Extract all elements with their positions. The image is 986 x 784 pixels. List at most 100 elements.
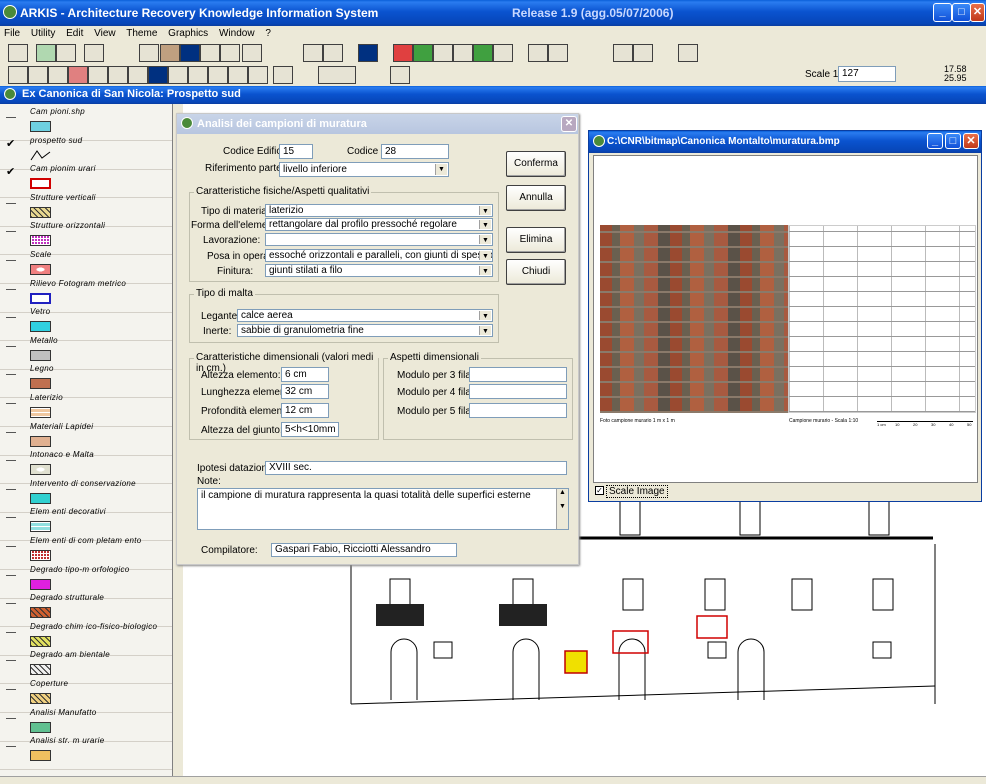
globe-tool-icon[interactable] bbox=[180, 44, 200, 62]
riferimento-select[interactable]: livello inferiore ▼ bbox=[279, 162, 449, 177]
menu-graphics[interactable]: Graphics bbox=[168, 28, 208, 39]
unchecked-box[interactable] bbox=[6, 339, 16, 347]
green-layer-tool-icon[interactable] bbox=[413, 44, 433, 62]
conferma-button[interactable]: Conferma bbox=[506, 151, 566, 177]
accept-tool-icon[interactable] bbox=[303, 44, 323, 62]
forma-select[interactable]: rettangolare dal profilo pressoché regol… bbox=[265, 218, 493, 231]
zoom-in-tool-icon[interactable] bbox=[68, 66, 88, 84]
inerte-select[interactable]: sabbie di granulometria fine ▼ bbox=[237, 324, 493, 337]
unchecked-box[interactable] bbox=[6, 453, 16, 462]
unchecked-box[interactable] bbox=[6, 539, 16, 547]
info-tool-icon[interactable] bbox=[148, 66, 168, 84]
layer-item[interactable]: Analisi str. m urarie bbox=[0, 733, 177, 771]
copy-tool-icon[interactable] bbox=[613, 44, 633, 62]
checkmark-icon[interactable]: ✔ bbox=[6, 138, 16, 149]
minimize-button[interactable]: _ bbox=[933, 3, 952, 22]
table-tool-icon[interactable] bbox=[242, 44, 262, 62]
unchecked-box[interactable] bbox=[6, 711, 16, 719]
compilatore-input[interactable]: Gaspari Fabio, Ricciotti Alessandro bbox=[271, 543, 457, 557]
arrow-left-tool-icon[interactable] bbox=[493, 44, 513, 62]
edit-layer-tool-icon[interactable] bbox=[433, 44, 453, 62]
finitura-select[interactable]: giunti stilati a filo ▼ bbox=[265, 264, 493, 277]
pointer-tool-icon[interactable] bbox=[8, 66, 28, 84]
scale-image-checkbox[interactable]: ✓ bbox=[595, 486, 604, 495]
unchecked-box[interactable] bbox=[6, 625, 16, 633]
blank-tool-icon[interactable] bbox=[200, 44, 220, 62]
note-scrollbar[interactable]: ▲ ▼ bbox=[556, 489, 568, 529]
unchecked-box[interactable] bbox=[6, 396, 16, 404]
ipotesi-input[interactable]: XVIII sec. bbox=[265, 461, 567, 475]
elimina-button[interactable]: Elimina bbox=[506, 227, 566, 253]
unchecked-box[interactable] bbox=[6, 310, 16, 319]
unchecked-box[interactable] bbox=[6, 253, 16, 261]
menu-file[interactable]: File bbox=[4, 28, 20, 39]
page-tool-icon[interactable] bbox=[84, 44, 104, 62]
modulo3-input[interactable] bbox=[469, 367, 567, 382]
mixed-layer-tool-icon[interactable] bbox=[473, 44, 493, 62]
pin-tool-icon[interactable] bbox=[390, 66, 410, 84]
grid-view-tool-icon[interactable] bbox=[248, 66, 268, 84]
checkmark-icon[interactable]: ✔ bbox=[6, 167, 16, 178]
edit-pencil-tool-icon[interactable] bbox=[168, 66, 188, 84]
unchecked-box[interactable] bbox=[6, 110, 16, 118]
unchecked-box[interactable] bbox=[6, 682, 16, 690]
menu-edit[interactable]: Edit bbox=[66, 28, 83, 39]
print-tool-icon[interactable] bbox=[128, 66, 148, 84]
unchecked-box[interactable] bbox=[6, 568, 16, 576]
measure-tool-icon[interactable] bbox=[273, 66, 293, 84]
profondita-input[interactable]: 12 cm bbox=[281, 403, 329, 418]
annulla-button[interactable]: Annulla bbox=[506, 185, 566, 211]
edit2-layer-tool-icon[interactable] bbox=[453, 44, 473, 62]
cancel-tool-icon[interactable] bbox=[56, 44, 76, 62]
image-tool-icon[interactable] bbox=[228, 66, 248, 84]
unchecked-box[interactable] bbox=[6, 224, 16, 233]
red-layer-tool-icon[interactable] bbox=[393, 44, 413, 62]
save-tool-icon[interactable] bbox=[8, 44, 28, 62]
window-tool-icon[interactable] bbox=[528, 44, 548, 62]
chiudi-button[interactable]: Chiudi bbox=[506, 259, 566, 285]
unchecked-box[interactable] bbox=[6, 196, 16, 204]
reject-tool-icon[interactable] bbox=[323, 44, 343, 62]
modulo5-input[interactable] bbox=[469, 403, 567, 418]
close-button[interactable]: ✕ bbox=[970, 3, 985, 22]
unchecked-box[interactable] bbox=[6, 653, 16, 662]
menu-utility[interactable]: Utility bbox=[31, 28, 55, 39]
scale-input[interactable]: 127 bbox=[838, 66, 896, 82]
select-tool-icon[interactable] bbox=[28, 66, 48, 84]
map-tool-icon[interactable] bbox=[188, 66, 208, 84]
text-box-tool-icon[interactable] bbox=[318, 66, 356, 84]
posa-select[interactable]: essoché orizzontali e paralleli, con giu… bbox=[265, 249, 493, 262]
square-tool-icon[interactable] bbox=[358, 44, 378, 62]
pan-tool-icon[interactable] bbox=[108, 66, 128, 84]
layer-view-tool-icon[interactable] bbox=[208, 66, 228, 84]
giunto-input[interactable]: 5<h<10mm bbox=[281, 422, 339, 437]
codice-edificio-input[interactable]: 15 bbox=[279, 144, 313, 159]
lavorazione-select[interactable]: ▼ bbox=[265, 233, 493, 246]
zoom-out-tool-icon[interactable] bbox=[88, 66, 108, 84]
unchecked-box[interactable] bbox=[6, 510, 16, 519]
legante-select[interactable]: calce aerea ▼ bbox=[237, 309, 493, 322]
maximize-button[interactable]: □ bbox=[952, 3, 971, 22]
dialog-close-button[interactable]: ✕ bbox=[561, 116, 577, 132]
unchecked-box[interactable] bbox=[6, 367, 16, 376]
grid-tool-icon[interactable] bbox=[220, 44, 240, 62]
people-tool-icon[interactable] bbox=[160, 44, 180, 62]
text-tool-icon[interactable] bbox=[139, 44, 159, 62]
lunghezza-input[interactable]: 32 cm bbox=[281, 384, 329, 399]
codice-campione-input[interactable]: 28 bbox=[381, 144, 449, 159]
check-tool-icon[interactable] bbox=[36, 44, 56, 62]
unchecked-box[interactable] bbox=[6, 482, 16, 490]
note-textarea[interactable]: il campione di muratura rappresenta la q… bbox=[197, 488, 569, 530]
menu-theme[interactable]: Theme bbox=[126, 28, 157, 39]
unchecked-box[interactable] bbox=[6, 739, 16, 748]
menu-window[interactable]: Window bbox=[219, 28, 255, 39]
menu-view[interactable]: View bbox=[94, 28, 116, 39]
image-minimize-button[interactable]: _ bbox=[927, 133, 943, 149]
menu-help[interactable]: ? bbox=[265, 28, 271, 39]
image-close-button[interactable]: ✕ bbox=[963, 133, 979, 149]
altezza-input[interactable]: 6 cm bbox=[281, 367, 329, 382]
window2-tool-icon[interactable] bbox=[548, 44, 568, 62]
image-maximize-button[interactable]: □ bbox=[945, 133, 961, 149]
rect-select-tool-icon[interactable] bbox=[48, 66, 68, 84]
unchecked-box[interactable] bbox=[6, 282, 16, 290]
